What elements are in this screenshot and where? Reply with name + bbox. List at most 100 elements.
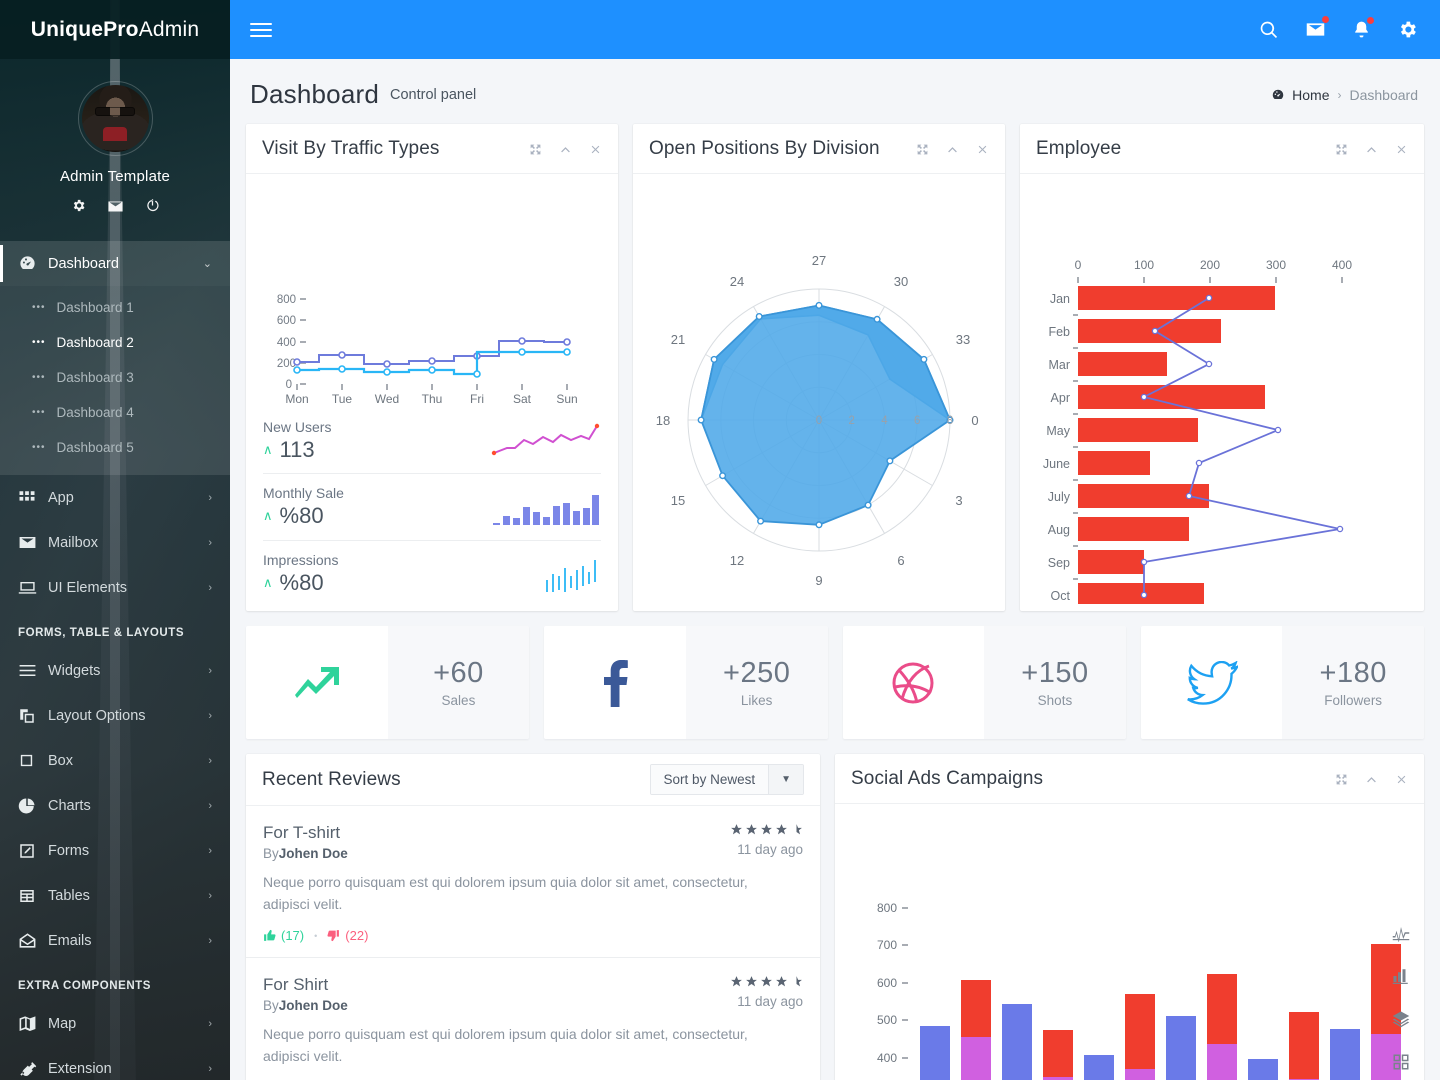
grid-icon bbox=[18, 489, 48, 507]
sidebar-subitem-dashboard-1[interactable]: ••• Dashboard 1 bbox=[0, 290, 230, 325]
map-icon bbox=[18, 1014, 48, 1033]
sidebar-item-layout-options[interactable]: Layout Options › bbox=[0, 693, 230, 738]
svg-text:May: May bbox=[1046, 424, 1070, 438]
radar-chart: 024 68 0 3 6 9 12 15 18 21 24 27 30 33 bbox=[633, 174, 1005, 604]
collapse-icon[interactable] bbox=[1365, 143, 1378, 156]
breadcrumb-home[interactable]: Home bbox=[1271, 87, 1330, 103]
trend-up-icon: ∧ bbox=[263, 441, 273, 457]
chevron-right-icon: › bbox=[208, 664, 212, 677]
social-label: Sales bbox=[441, 693, 476, 708]
bar-chart-icon[interactable] bbox=[1392, 967, 1410, 985]
menu-toggle-button[interactable] bbox=[250, 19, 272, 41]
mail-icon[interactable] bbox=[107, 198, 124, 215]
card-header: Visit By Traffic Types bbox=[246, 124, 618, 174]
sidebar-item-widgets[interactable]: Widgets › bbox=[0, 648, 230, 693]
card-title: Employee bbox=[1036, 138, 1122, 159]
review-date: 11 day ago bbox=[737, 994, 803, 1010]
thumbs-up-button[interactable]: (17) bbox=[263, 928, 304, 943]
monitor-icon bbox=[18, 578, 48, 597]
employee-bar-chart: 0 100 200 300 400 Jan Feb Mar Apr May June July… bbox=[1020, 174, 1424, 604]
stat-value: %80 bbox=[279, 570, 324, 595]
svg-text:Feb: Feb bbox=[1048, 325, 1070, 339]
sidebar-subitem-dashboard-5[interactable]: ••• Dashboard 5 bbox=[0, 430, 230, 465]
svg-text:Jan: Jan bbox=[1050, 292, 1070, 306]
expand-icon[interactable] bbox=[916, 143, 929, 156]
sidebar-subitem-dashboard-4[interactable]: ••• Dashboard 4 bbox=[0, 395, 230, 430]
line-chart-icon[interactable] bbox=[1392, 924, 1410, 942]
gear-icon[interactable] bbox=[71, 198, 86, 215]
svg-text:Fri: Fri bbox=[470, 392, 484, 406]
sidebar-item-extension[interactable]: Extension › bbox=[0, 1046, 230, 1080]
svg-text:2: 2 bbox=[848, 415, 854, 427]
sidebar-item-map[interactable]: Map › bbox=[0, 1001, 230, 1046]
expand-icon[interactable] bbox=[529, 143, 542, 156]
stack-icon[interactable] bbox=[1392, 1010, 1410, 1028]
bell-badge bbox=[1367, 17, 1374, 24]
tile-icon[interactable] bbox=[1392, 1053, 1410, 1071]
breadcrumb: Home › Dashboard bbox=[1271, 87, 1418, 103]
power-icon[interactable] bbox=[145, 198, 160, 215]
gear-icon[interactable] bbox=[1397, 19, 1418, 40]
collapse-icon[interactable] bbox=[1365, 773, 1378, 786]
facebook-icon bbox=[544, 626, 686, 739]
collapse-icon[interactable] bbox=[559, 143, 572, 156]
sidebar-item-label: Emails bbox=[48, 932, 92, 949]
star-half-icon bbox=[796, 976, 802, 987]
chevron-right-icon: › bbox=[208, 491, 212, 504]
sidebar-subitem-dashboard-2[interactable]: ••• Dashboard 2 bbox=[0, 325, 230, 360]
brand-logo[interactable]: UniquePro Admin bbox=[0, 0, 230, 59]
social-number: +250 bbox=[723, 657, 791, 689]
card-title: Social Ads Campaigns bbox=[851, 768, 1044, 789]
review-by-prefix: By bbox=[263, 846, 279, 861]
close-icon[interactable] bbox=[976, 143, 989, 156]
sidebar-item-charts[interactable]: Charts › bbox=[0, 783, 230, 828]
sort-dropdown[interactable]: Sort by Newest ▼ bbox=[649, 764, 804, 795]
card-header: Recent Reviews Sort by Newest ▼ bbox=[246, 754, 820, 806]
sidebar-item-box[interactable]: Box › bbox=[0, 738, 230, 783]
expand-icon[interactable] bbox=[1335, 143, 1348, 156]
svg-text:30: 30 bbox=[894, 274, 908, 289]
sidebar-subitem-dashboard-3[interactable]: ••• Dashboard 3 bbox=[0, 360, 230, 395]
chevron-down-icon: ⌄ bbox=[202, 258, 212, 270]
close-icon[interactable] bbox=[1395, 773, 1408, 786]
expand-icon[interactable] bbox=[1335, 773, 1348, 786]
social-label: Followers bbox=[1324, 693, 1383, 708]
sidebar-item-ui-elements[interactable]: UI Elements › bbox=[0, 565, 230, 610]
social-card-sales[interactable]: +60 Sales bbox=[246, 626, 530, 739]
bell-icon[interactable] bbox=[1352, 17, 1374, 39]
svg-text:Sat: Sat bbox=[513, 392, 532, 406]
chevron-right-icon: › bbox=[208, 799, 212, 812]
sidebar-item-app[interactable]: App › bbox=[0, 475, 230, 520]
social-card-likes[interactable]: +250 Likes bbox=[544, 626, 828, 739]
svg-text:0: 0 bbox=[1075, 258, 1082, 272]
collapse-icon[interactable] bbox=[946, 143, 959, 156]
social-card-shots[interactable]: +150 Shots bbox=[842, 626, 1126, 739]
svg-text:0: 0 bbox=[286, 379, 292, 391]
plug-icon bbox=[18, 1059, 48, 1078]
close-icon[interactable] bbox=[589, 143, 602, 156]
mail-icon[interactable] bbox=[1305, 16, 1329, 40]
sidebar-item-mailbox[interactable]: Mailbox › bbox=[0, 520, 230, 565]
sidebar-item-tables[interactable]: Tables › bbox=[0, 873, 230, 918]
search-icon[interactable] bbox=[1259, 20, 1279, 40]
review-title: For T-shirt bbox=[263, 823, 341, 842]
employee-chart-svg: 0 100 200 300 400 Jan Feb Mar Apr May June July… bbox=[1043, 258, 1352, 604]
sidebar-item-dashboard[interactable]: Dashboard ⌄ bbox=[0, 241, 230, 286]
social-card-followers[interactable]: +180 Followers bbox=[1140, 626, 1424, 739]
svg-text:July: July bbox=[1048, 490, 1071, 504]
star-icon bbox=[776, 824, 787, 835]
svg-text:Sep: Sep bbox=[1048, 556, 1070, 570]
sidebar-item-forms[interactable]: Forms › bbox=[0, 828, 230, 873]
sidebar-item-emails[interactable]: Emails › bbox=[0, 918, 230, 963]
star-half-icon bbox=[796, 824, 802, 835]
bullet-icon: ••• bbox=[32, 407, 46, 418]
svg-text:800: 800 bbox=[877, 901, 897, 915]
svg-text:Thu: Thu bbox=[422, 392, 443, 406]
thumbs-down-button[interactable]: (22) bbox=[327, 928, 368, 943]
sidebar-item-label: Mailbox bbox=[48, 534, 98, 551]
close-icon[interactable] bbox=[1395, 143, 1408, 156]
sidebar-item-label: Tables bbox=[48, 887, 90, 904]
star-icon bbox=[731, 976, 742, 987]
brand-name-bold: UniquePro bbox=[30, 17, 139, 41]
avatar-ring[interactable] bbox=[77, 81, 153, 156]
